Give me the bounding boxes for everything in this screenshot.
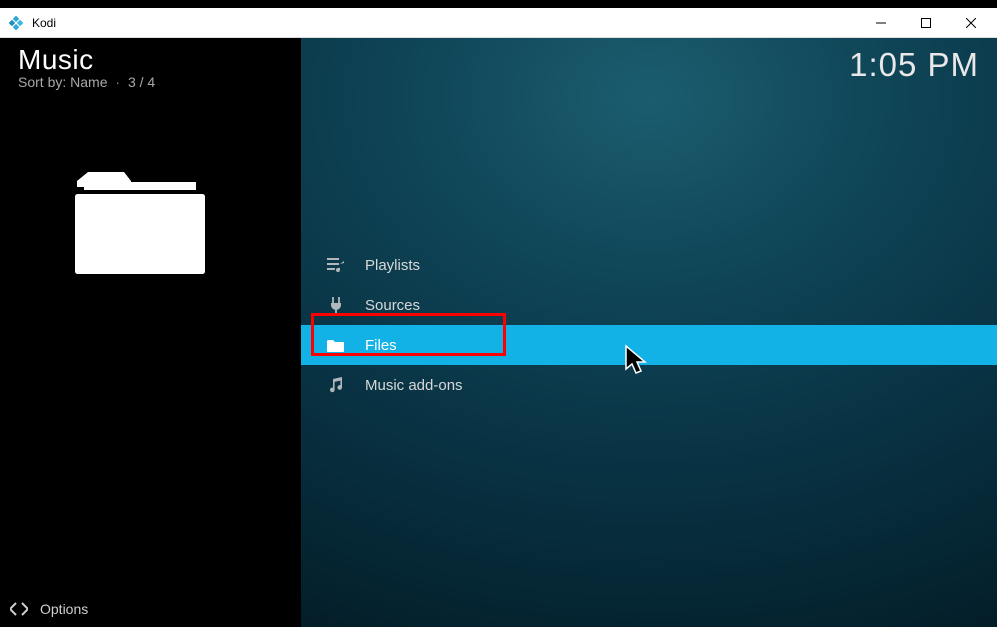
top-fragment-strip (0, 0, 997, 8)
options-bar[interactable]: Options (0, 591, 301, 627)
options-icon (10, 601, 28, 617)
content-panel: 1:05 PM Playlists (301, 38, 997, 627)
menu-item-label: Music add-ons (365, 377, 463, 394)
sort-value: Name (70, 74, 107, 90)
clock: 1:05 PM (849, 46, 979, 84)
menu-item-sources[interactable]: Sources (301, 285, 997, 325)
menu-item-label: Sources (365, 297, 420, 314)
playlist-icon (325, 257, 347, 273)
menu-item-label: Files (365, 337, 397, 354)
options-label: Options (40, 601, 88, 617)
music-icon (325, 376, 347, 394)
window-titlebar: Kodi (0, 8, 997, 38)
item-counter: 3 / 4 (128, 74, 155, 90)
menu-item-label: Playlists (365, 257, 420, 274)
minimize-button[interactable] (858, 8, 903, 37)
sort-label: Sort by: (18, 74, 66, 90)
kodi-logo-icon (8, 15, 24, 31)
sort-info[interactable]: Sort by: Name · 3 / 4 (18, 74, 155, 90)
maximize-button[interactable] (903, 8, 948, 37)
kodi-app: Music Sort by: Name · 3 / 4 Opt (0, 38, 997, 627)
section-header: Music Sort by: Name · 3 / 4 (18, 44, 155, 90)
plug-icon (325, 296, 347, 314)
folder-thumbnail-icon (70, 150, 210, 290)
menu-item-files[interactable]: Files (301, 325, 997, 365)
separator-dot: · (115, 74, 120, 90)
left-panel: Music Sort by: Name · 3 / 4 Opt (0, 38, 301, 627)
window-controls (858, 8, 993, 37)
close-button[interactable] (948, 8, 993, 37)
window-title: Kodi (32, 16, 858, 30)
page-title: Music (18, 44, 155, 76)
menu-item-playlists[interactable]: Playlists (301, 245, 997, 285)
category-menu: Playlists Sources (301, 245, 997, 405)
folder-icon (325, 338, 347, 353)
menu-item-music-addons[interactable]: Music add-ons (301, 365, 997, 405)
